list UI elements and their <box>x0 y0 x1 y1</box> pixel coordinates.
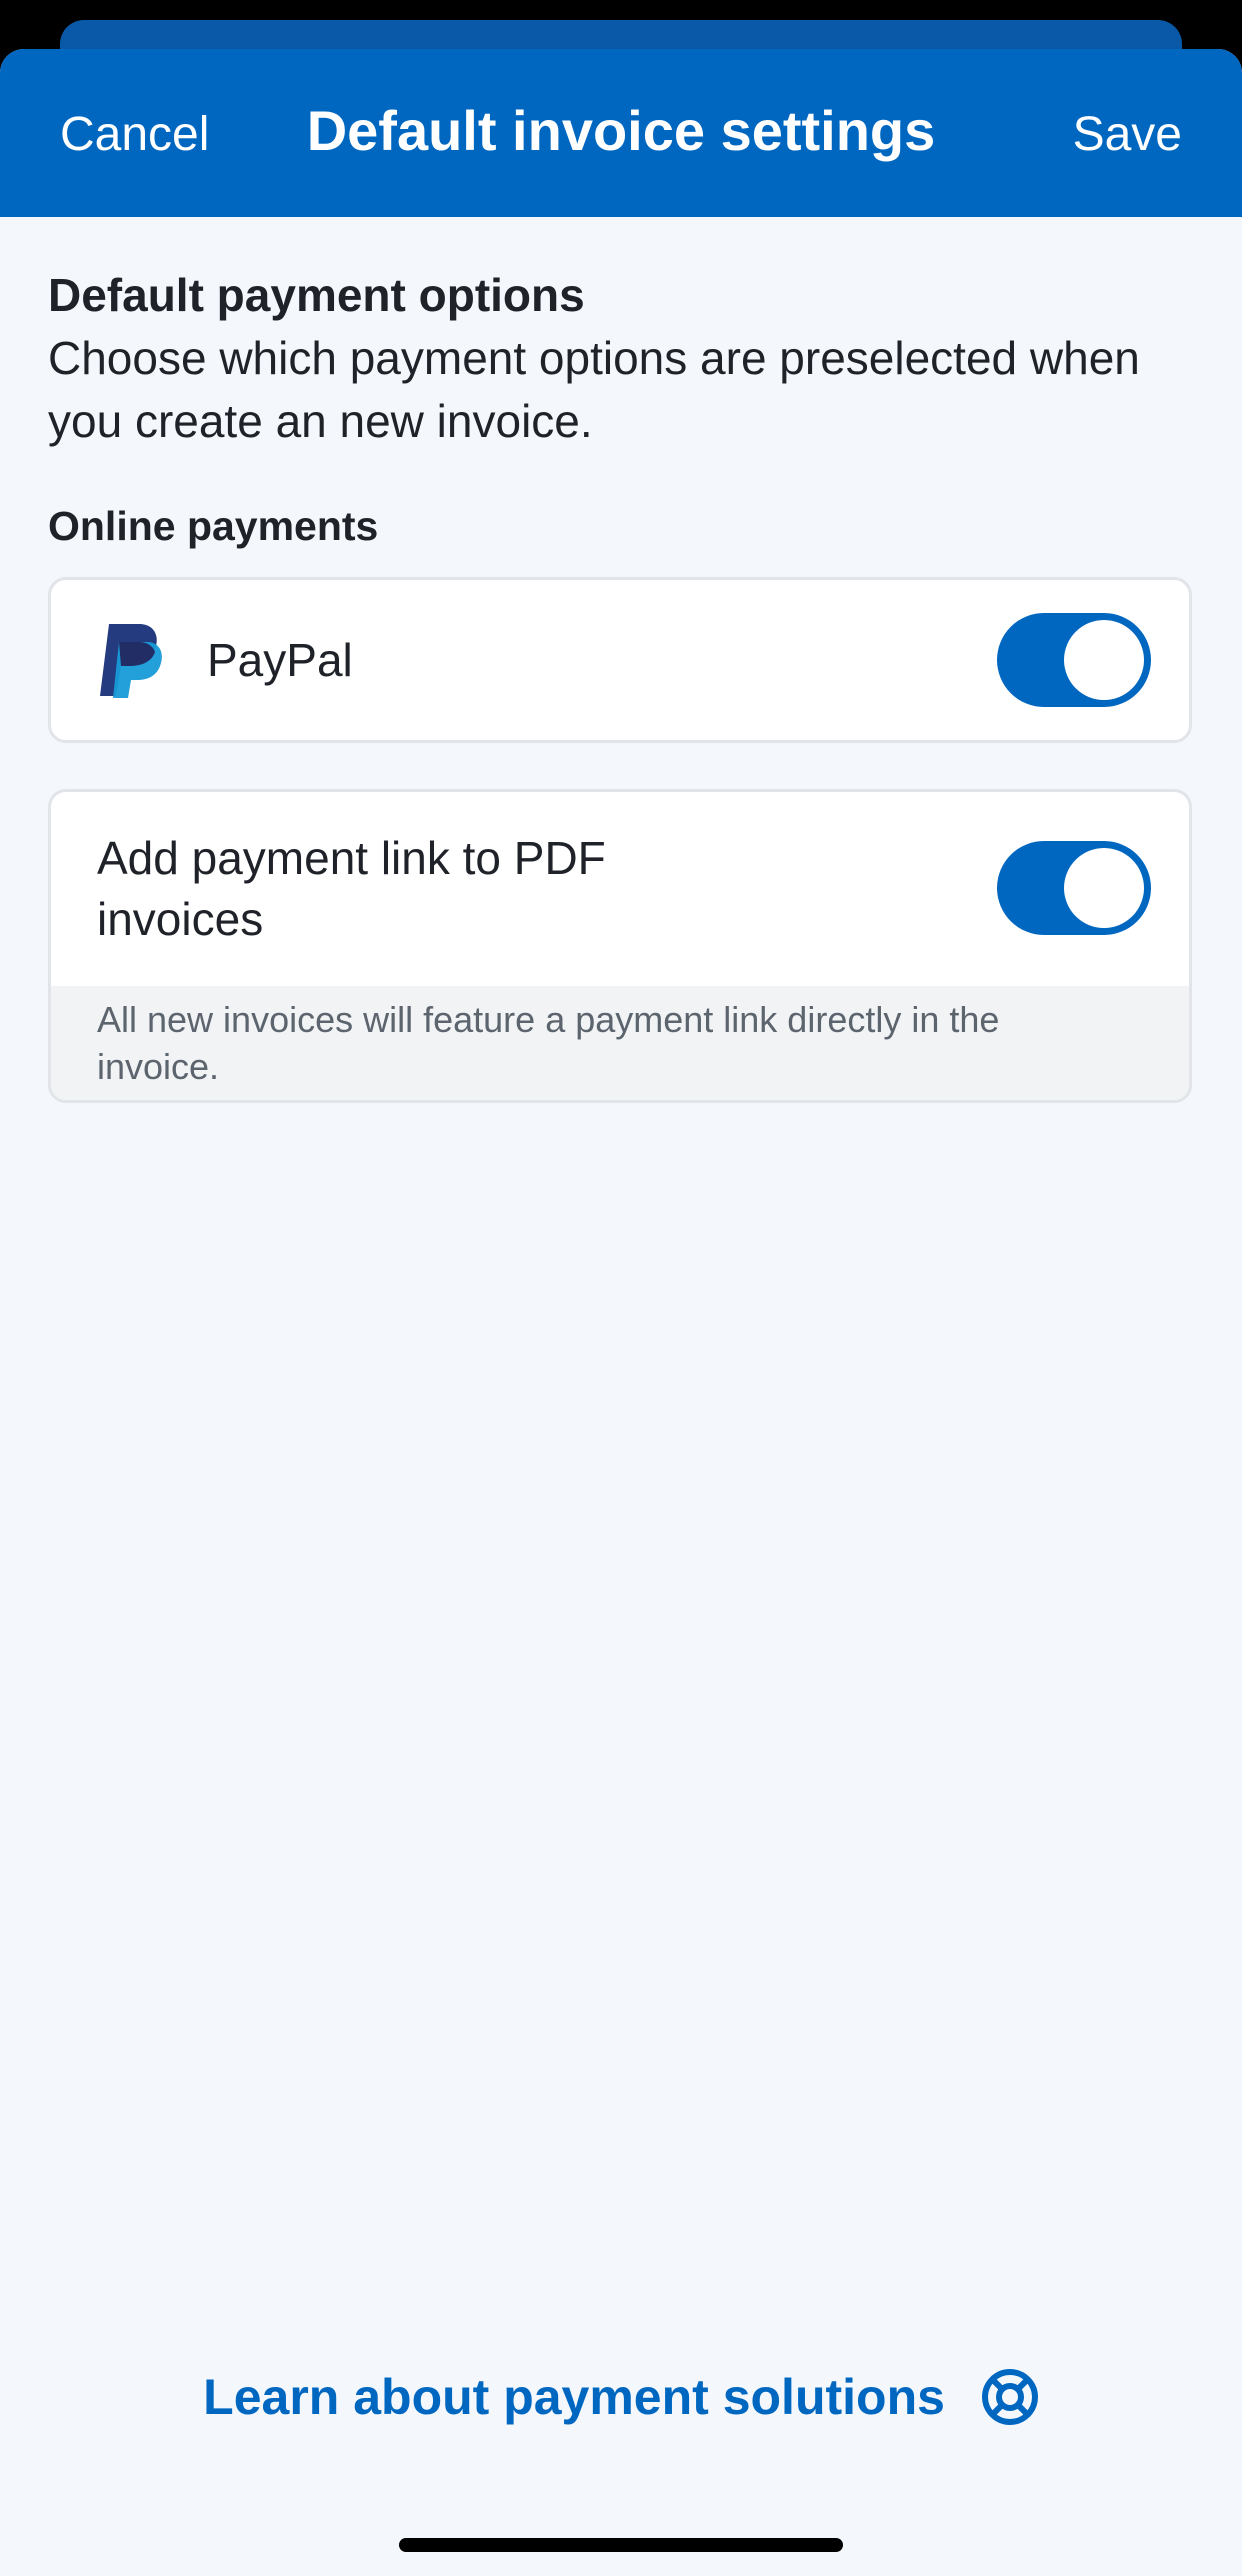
payment-link-note: All new invoices will feature a payment … <box>97 999 1000 1087</box>
payment-link-card: Add payment link to PDF invoices All new… <box>48 789 1192 1103</box>
toggle-knob <box>1064 848 1144 928</box>
paypal-logo-icon <box>100 624 162 698</box>
toggle-knob <box>1064 620 1144 700</box>
lifebuoy-icon <box>981 2368 1038 2425</box>
payment-link-toggle[interactable] <box>997 841 1151 935</box>
payment-link-label: Add payment link to PDF invoices <box>97 832 606 945</box>
section-title: Default payment options <box>48 269 585 321</box>
payment-link-note-area: All new invoices will feature a payment … <box>51 986 1189 1100</box>
navigation-bar: Cancel Default invoice settings Save <box>0 49 1242 217</box>
paypal-option-card: PayPal <box>48 577 1192 743</box>
online-payments-label: Online payments <box>48 503 379 549</box>
settings-sheet: Cancel Default invoice settings Save Def… <box>0 49 1242 2576</box>
save-button[interactable]: Save <box>1073 107 1182 163</box>
learn-payment-solutions-link[interactable]: Learn about payment solutions <box>0 2363 1242 2427</box>
paypal-label: PayPal <box>207 634 353 686</box>
home-indicator[interactable] <box>399 2538 843 2552</box>
paypal-toggle[interactable] <box>997 613 1151 707</box>
section-description: Choose which payment options are presele… <box>48 332 1140 447</box>
cancel-button[interactable]: Cancel <box>60 107 209 163</box>
learn-payment-solutions-label: Learn about payment solutions <box>203 2368 945 2425</box>
